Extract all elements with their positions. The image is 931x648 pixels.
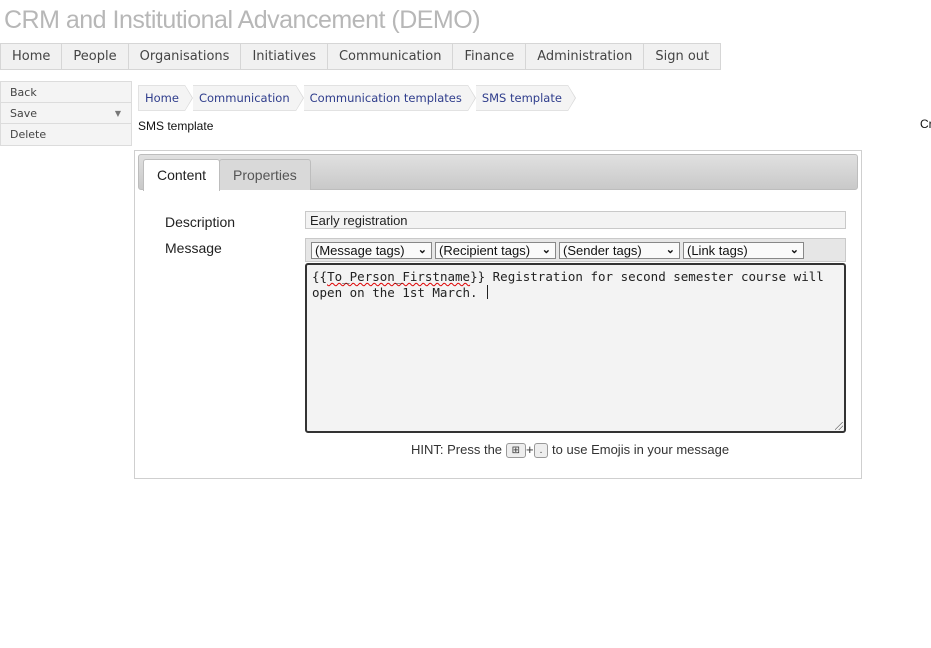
resize-handle[interactable] bbox=[835, 422, 843, 430]
page-title: SMS template bbox=[138, 119, 214, 133]
nav-home[interactable]: Home bbox=[1, 44, 63, 69]
back-label: Back bbox=[10, 86, 37, 99]
delete-button[interactable]: Delete bbox=[0, 123, 132, 146]
main-nav: Home People Organisations Initiatives Co… bbox=[0, 43, 722, 70]
chevron-down-icon: ⌄ bbox=[417, 244, 427, 256]
link-tags-value: (Link tags) bbox=[687, 243, 748, 258]
text-cursor bbox=[487, 285, 489, 299]
nav-organisations[interactable]: Organisations bbox=[129, 44, 242, 69]
template-panel: Content Properties Description Early reg… bbox=[134, 150, 862, 479]
link-tags-select[interactable]: (Link tags) ⌄ bbox=[683, 242, 804, 259]
side-actions: Back Save ▼ Delete bbox=[0, 81, 132, 146]
back-button[interactable]: Back bbox=[0, 81, 132, 102]
period-key: . bbox=[533, 443, 549, 458]
sender-tags-select[interactable]: (Sender tags) ⌄ bbox=[559, 242, 680, 259]
nav-sign-out[interactable]: Sign out bbox=[644, 44, 720, 69]
chevron-down-icon: ⌄ bbox=[789, 244, 799, 256]
windows-key-icon: ⊞ bbox=[505, 443, 527, 458]
nav-finance[interactable]: Finance bbox=[453, 44, 527, 69]
message-tags-select[interactable]: (Message tags) ⌄ bbox=[311, 242, 432, 259]
tab-bar: Content Properties bbox=[138, 154, 858, 191]
hint-suffix: to use Emojis in your message bbox=[552, 442, 730, 457]
recipient-tags-select[interactable]: (Recipient tags) ⌄ bbox=[435, 242, 556, 259]
breadcrumb-sms-template[interactable]: SMS template bbox=[475, 85, 577, 111]
emoji-hint: HINT: Press the ⊞ +. to use Emojis in you… bbox=[411, 442, 729, 458]
message-label: Message bbox=[165, 240, 222, 256]
message-tags-value: (Message tags) bbox=[315, 243, 405, 258]
nav-administration[interactable]: Administration bbox=[526, 44, 645, 69]
delete-label: Delete bbox=[10, 128, 47, 141]
recipient-tags-value: (Recipient tags) bbox=[439, 243, 531, 258]
app-title: CRM and Institutional Advancement (DEMO) bbox=[4, 6, 481, 34]
sender-tags-value: (Sender tags) bbox=[563, 243, 642, 258]
description-field[interactable]: Early registration bbox=[305, 211, 846, 229]
chevron-down-icon: ⌄ bbox=[665, 244, 675, 256]
save-button[interactable]: Save ▼ bbox=[0, 102, 132, 123]
nav-communication[interactable]: Communication bbox=[328, 44, 454, 69]
hint-prefix: HINT: Press the bbox=[411, 442, 503, 457]
tag-toolbar: (Message tags) ⌄ (Recipient tags) ⌄ (Sende… bbox=[305, 238, 846, 262]
tab-properties[interactable]: Properties bbox=[219, 159, 311, 190]
breadcrumb-communication[interactable]: Communication bbox=[192, 85, 304, 111]
description-label: Description bbox=[165, 214, 236, 230]
tab-content[interactable]: Content bbox=[143, 159, 221, 191]
message-open-braces: {{ bbox=[312, 269, 328, 284]
save-label: Save bbox=[10, 107, 38, 120]
chevron-down-icon[interactable]: ▼ bbox=[115, 103, 121, 124]
breadcrumb-home[interactable]: Home bbox=[138, 85, 193, 111]
truncated-text: Cr bbox=[920, 117, 931, 131]
hint-plus: + bbox=[526, 442, 534, 457]
nav-initiatives[interactable]: Initiatives bbox=[241, 44, 328, 69]
breadcrumb-communication-templates[interactable]: Communication templates bbox=[303, 85, 477, 111]
message-textarea[interactable]: {{To_Person_Firstname}} Registration for… bbox=[305, 263, 846, 433]
nav-people[interactable]: People bbox=[62, 44, 129, 69]
chevron-down-icon: ⌄ bbox=[541, 244, 551, 256]
message-token: To_Person_Firstname bbox=[327, 269, 471, 284]
breadcrumb: Home Communication Communication templat… bbox=[138, 85, 577, 111]
